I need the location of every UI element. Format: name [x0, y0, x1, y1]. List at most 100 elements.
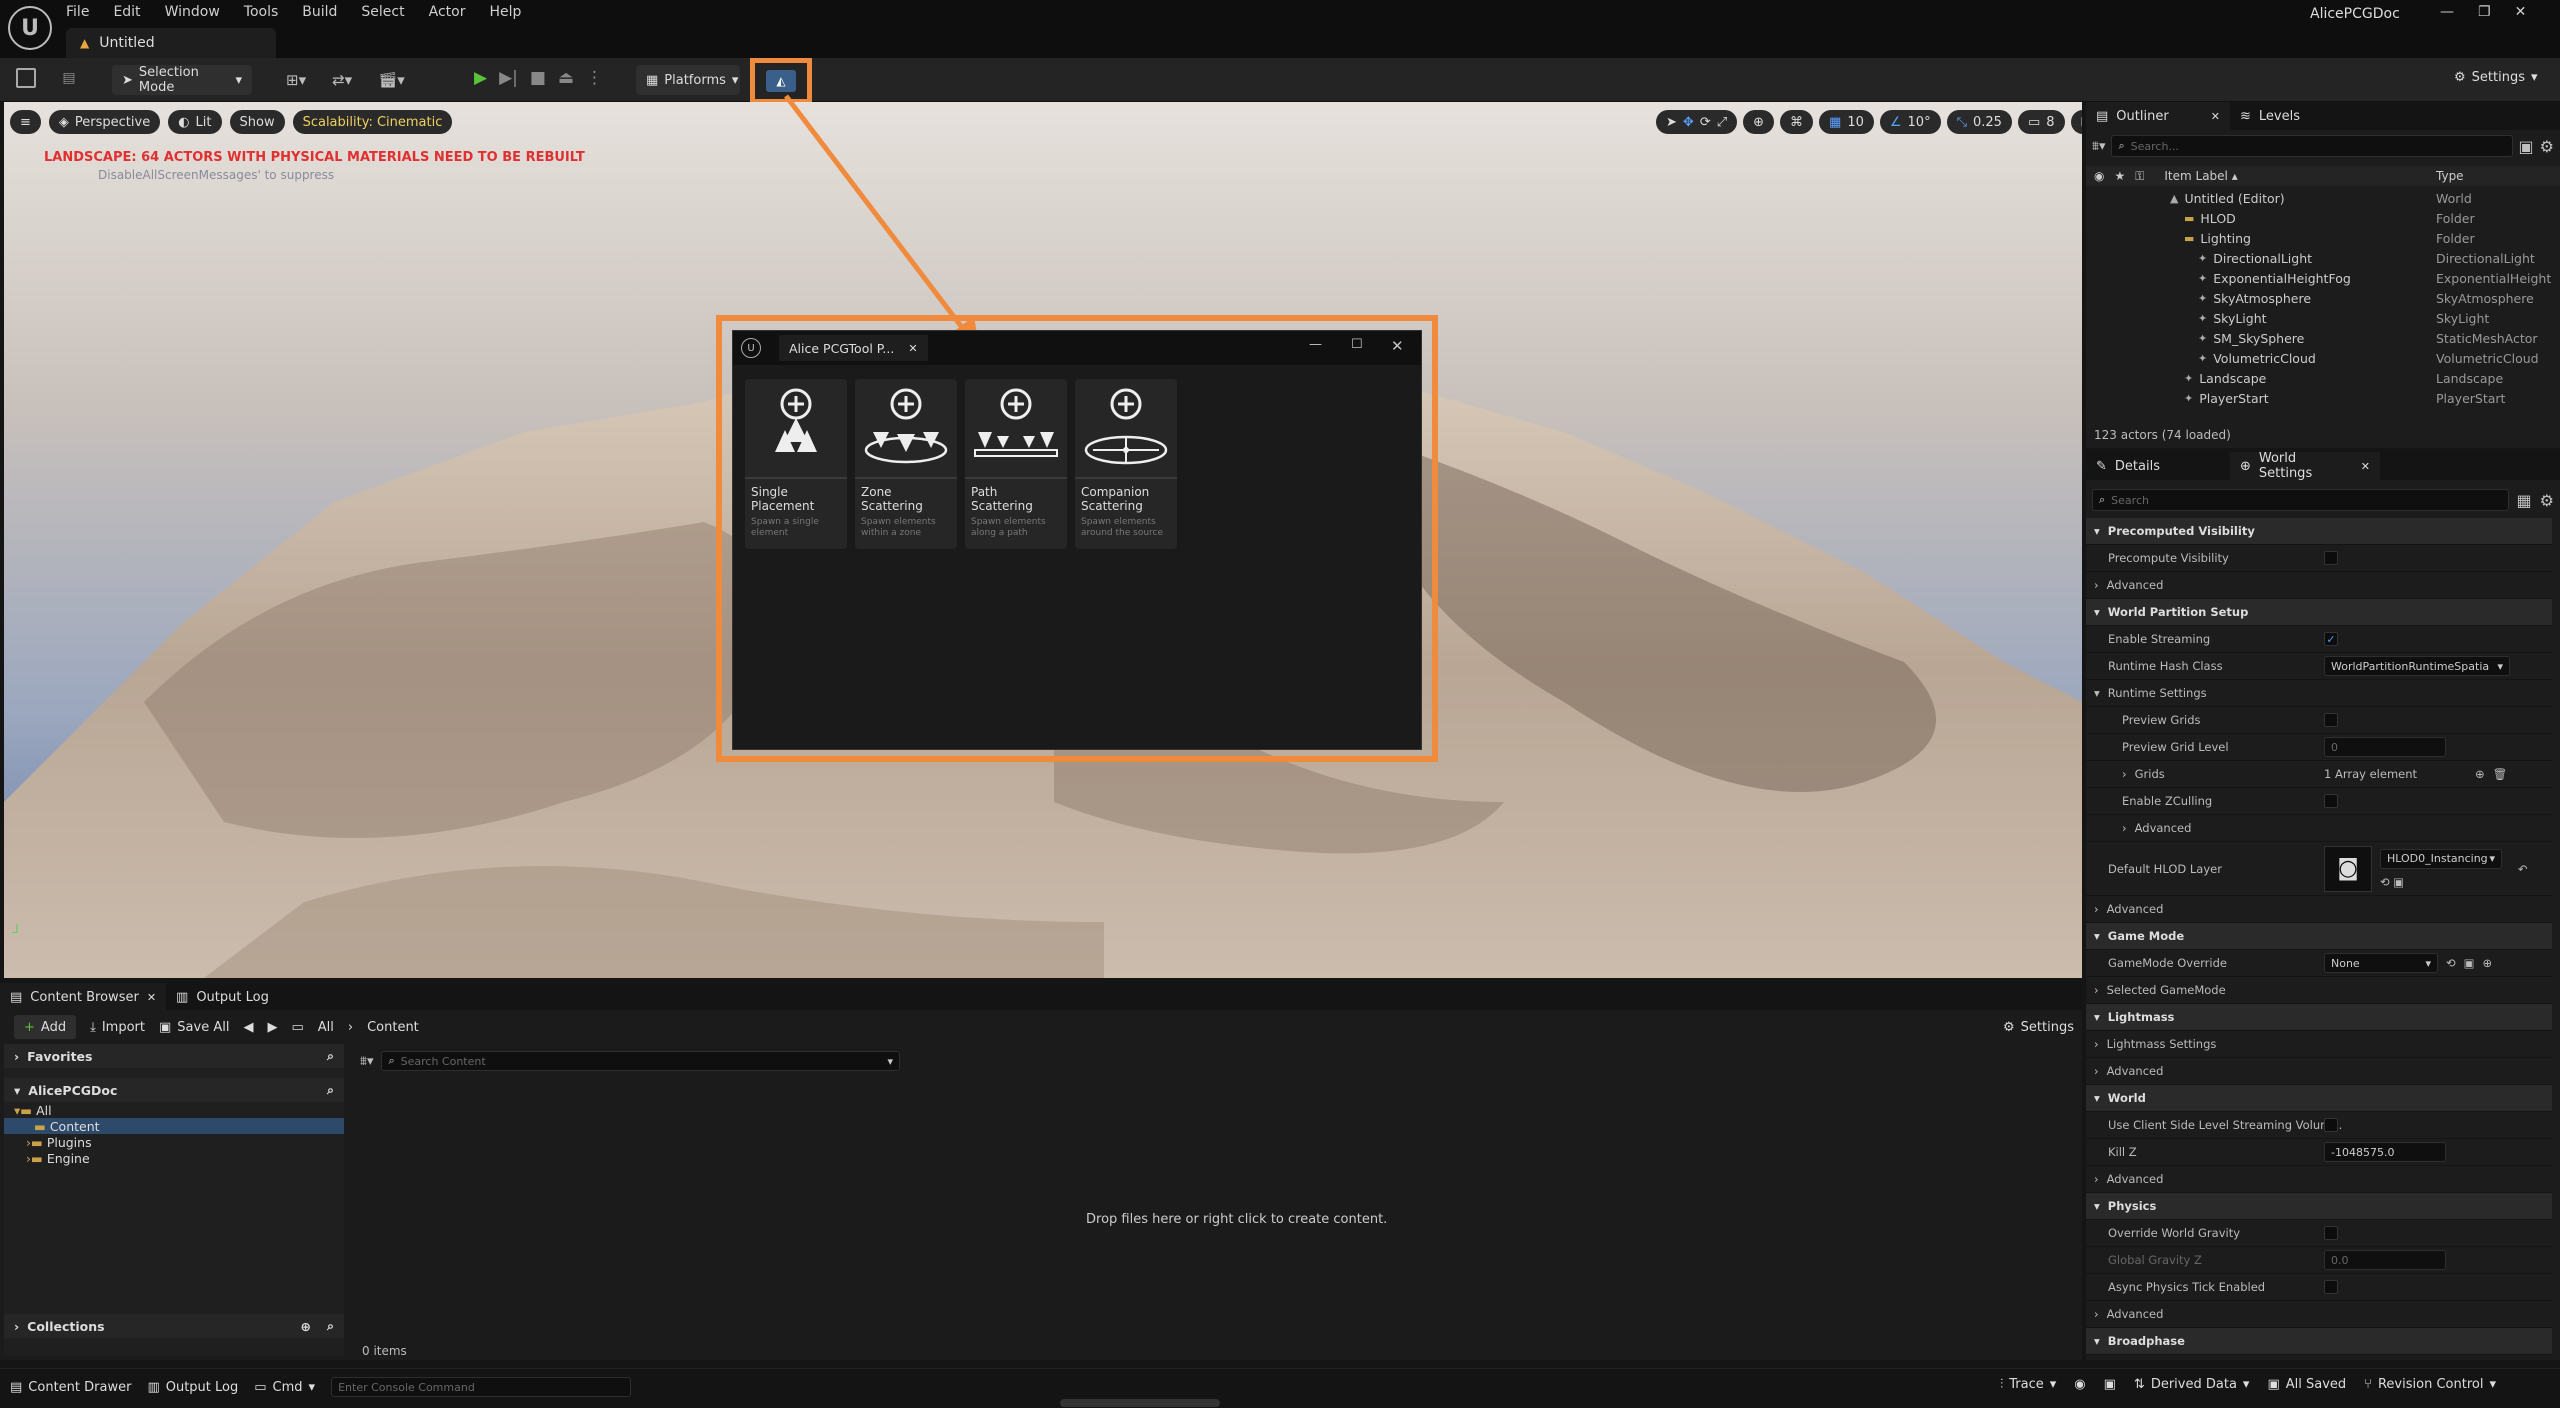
breadcrumb-content[interactable]: Content [367, 1020, 419, 1035]
tree-item-content[interactable]: ▬ Content [4, 1118, 344, 1134]
outliner-row[interactable]: ✦ SkyAtmosphere SkyAtmosphere [2086, 288, 2560, 308]
plugin-minimize-icon[interactable]: — [1309, 337, 1322, 352]
zone-scattering-card[interactable]: Zone Scattering Spawn elements within a … [855, 379, 957, 549]
content-settings-button[interactable]: ⚙ Settings [2003, 1020, 2074, 1035]
minimize-icon[interactable]: — [2440, 4, 2454, 20]
property-number-field[interactable]: 0 [2324, 737, 2446, 757]
record-icon[interactable]: ◉ [2074, 1377, 2085, 1392]
details-property-row[interactable]: › Lightmass Settings [2086, 1031, 2552, 1058]
outliner-row[interactable]: ✦ SM_SkySphere StaticMeshActor [2086, 328, 2560, 348]
outliner-row[interactable]: ✦ ExponentialHeightFog ExponentialHeight [2086, 268, 2560, 288]
details-search-input[interactable]: ⌕ Search [2092, 489, 2509, 511]
breadcrumb-all[interactable]: All [318, 1020, 334, 1035]
tab-levels[interactable]: ≋ Levels [2230, 102, 2310, 130]
details-section-header[interactable]: ▾ World [2086, 1085, 2552, 1112]
details-section-header[interactable]: ▾ Precomputed Visibility [2086, 518, 2552, 545]
outliner-row[interactable]: ✦ DirectionalLight DirectionalLight [2086, 248, 2560, 268]
search-icon[interactable]: ⌕ [327, 1318, 334, 1334]
tree-item-plugins[interactable]: ›▬ Plugins [4, 1134, 344, 1150]
all-saved-button[interactable]: ▣ All Saved [2267, 1377, 2346, 1392]
blueprint-icon[interactable]: ⇄▾ [332, 71, 352, 89]
search-icon[interactable]: ⌕ [327, 1048, 334, 1064]
outliner-row[interactable]: ▬ HLOD Folder [2086, 208, 2560, 228]
import-button[interactable]: ⤓ Import [90, 1020, 145, 1035]
plugin-tab[interactable]: Alice PCGTool P... ✕ [779, 335, 928, 361]
checkbox-checked[interactable]: ✓ [2324, 632, 2338, 646]
back-icon[interactable]: ◀ [243, 1020, 253, 1035]
content-drawer-button[interactable]: ▤ Content Drawer [10, 1380, 131, 1395]
outliner-row[interactable]: ▬ Lighting Folder [2086, 228, 2560, 248]
grid-snap-button[interactable]: ▦ 10 [1819, 110, 1874, 134]
browse-icon[interactable]: ⟲ [2446, 956, 2456, 970]
content-search-input[interactable]: ⌕ Search Content ▾ [381, 1051, 900, 1071]
outliner-row[interactable]: ▲ Untitled (Editor) World [2086, 188, 2560, 208]
hlod-layer-dropdown[interactable]: HLOD0_Instancing ▾ [2380, 848, 2502, 869]
blueprint-icon[interactable]: ▣ [2464, 956, 2475, 970]
menu-select[interactable]: Select [361, 4, 404, 20]
outliner-row[interactable]: ✦ VolumetricCloud VolumetricCloud [2086, 348, 2560, 368]
details-section-header[interactable]: ▾ Physics [2086, 1193, 2552, 1220]
property-number-field[interactable]: -1048575.0 [2324, 1142, 2446, 1162]
visibility-icon[interactable]: ◉ [2094, 169, 2104, 183]
menu-build[interactable]: Build [302, 4, 337, 20]
perspective-button[interactable]: ◈ Perspective [48, 110, 161, 134]
more-options-icon[interactable]: ⋮ [586, 68, 603, 88]
close-icon[interactable]: ✕ [2515, 4, 2527, 20]
checkbox[interactable] [2324, 1118, 2338, 1132]
save-all-button[interactable]: ▣ Save All [159, 1020, 229, 1035]
reset-icon[interactable]: ↶ [2518, 862, 2528, 876]
screenshot-icon[interactable]: ▣ [2104, 1377, 2116, 1392]
add-button[interactable]: + Add [14, 1015, 77, 1039]
step-icon[interactable]: ▶| [499, 68, 518, 88]
stop-icon[interactable]: ■ [530, 68, 546, 88]
surface-snap-button[interactable]: ⌘ [1780, 110, 1814, 134]
lock-icon[interactable]: ⚿ [2135, 169, 2144, 184]
add-collection-icon[interactable]: ⊕ [301, 1319, 311, 1334]
settings-button[interactable]: ⚙ Settings ▾ [2454, 70, 2538, 85]
tab-close-icon[interactable]: ✕ [2211, 110, 2220, 123]
companion-scattering-card[interactable]: Companion Scattering Spawn elements arou… [1075, 379, 1177, 549]
cinematics-icon[interactable]: 🎬︎▾ [378, 71, 405, 89]
outliner-search-input[interactable]: ⌕ Search... [2111, 135, 2513, 157]
details-section-header[interactable]: ▾ Lightmass [2086, 1004, 2552, 1031]
tab-content-browser[interactable]: ▤ Content Browser ✕ [0, 983, 167, 1011]
platforms-button[interactable]: ▦ Platforms ▾ [636, 65, 740, 95]
trace-button[interactable]: ⫶ Trace ▾ [2000, 1377, 2056, 1392]
level-tab[interactable]: ▲ Untitled [66, 28, 276, 58]
maximize-icon[interactable]: ❐ [2478, 4, 2491, 20]
details-property-row[interactable]: › Advanced [2086, 815, 2552, 842]
favorites-header[interactable]: › Favorites ⌕ [4, 1044, 344, 1068]
forward-icon[interactable]: ▶ [267, 1020, 277, 1035]
checkbox[interactable] [2324, 551, 2338, 565]
outliner-row[interactable]: ✦ PlayerStart PlayerStart [2086, 388, 2560, 408]
scale-snap-button[interactable]: ⤡ 0.25 [1946, 110, 2012, 134]
content-icon[interactable]: ▤ [58, 68, 80, 88]
search-icon[interactable]: ⌕ [327, 1082, 334, 1098]
lit-button[interactable]: ◐ Lit [168, 110, 222, 134]
details-property-row[interactable]: › Advanced [2086, 1301, 2552, 1328]
derived-data-button[interactable]: ⇅ Derived Data ▾ [2134, 1377, 2250, 1392]
single-placement-card[interactable]: Single Placement Spawn a single element [745, 379, 847, 549]
plugin-close-icon[interactable]: ✕ [1391, 337, 1404, 355]
transform-tools[interactable]: ➤ ✥ ⟳ ⤢ [1656, 110, 1738, 134]
property-number-field[interactable]: 0.0 [2324, 1250, 2446, 1270]
unreal-logo-icon[interactable]: U [8, 6, 52, 50]
details-property-row[interactable]: › Advanced [2086, 1058, 2552, 1085]
menu-tools[interactable]: Tools [244, 4, 279, 20]
filter-icon[interactable]: ⩩▾ [360, 1054, 373, 1069]
gear-icon[interactable]: ⚙ [2540, 491, 2554, 510]
outliner-row[interactable]: ✦ Landscape Landscape [2086, 368, 2560, 388]
console-input[interactable]: Enter Console Command [331, 1377, 632, 1397]
details-section-header[interactable]: ▾ Game Mode [2086, 923, 2552, 950]
details-section-header[interactable]: ▾ Broadphase [2086, 1328, 2552, 1355]
show-button[interactable]: Show [229, 110, 285, 134]
selection-mode-button[interactable]: ➤ Selection Mode ▾ [112, 65, 252, 95]
details-property-row[interactable]: › Advanced [2086, 1166, 2552, 1193]
tab-close-icon[interactable]: ✕ [2361, 460, 2370, 473]
table-view-icon[interactable]: ▦ [2517, 491, 2532, 510]
output-log-button[interactable]: ▥ Output Log [147, 1380, 238, 1395]
cmd-button[interactable]: ▭ Cmd ▾ [254, 1380, 315, 1395]
revision-control-button[interactable]: ⑂ Revision Control ▾ [2364, 1377, 2496, 1392]
menu-help[interactable]: Help [489, 4, 521, 20]
save-icon[interactable] [16, 68, 36, 88]
